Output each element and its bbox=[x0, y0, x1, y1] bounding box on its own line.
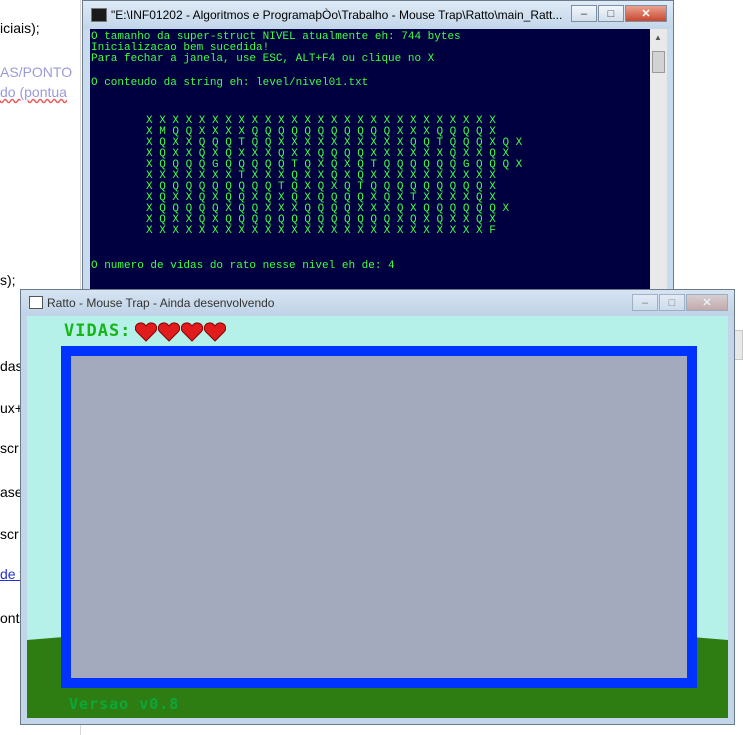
game-board bbox=[61, 346, 697, 688]
game-title-bar[interactable]: Ratto - Mouse Trap - Ainda desenvolvendo… bbox=[21, 290, 734, 316]
editor-fragment: iciais); bbox=[0, 20, 40, 36]
level-grid-row: X X X X X X X X X X X X X X X X X X X X … bbox=[146, 225, 496, 237]
editor-fragment: scr bbox=[0, 526, 19, 542]
console-window: "E:\INF01202 - Algoritmos e ProgramaþÒo\… bbox=[82, 0, 674, 296]
console-output: O tamanho da super-struct NIVEL atualmen… bbox=[90, 29, 650, 291]
game-window: Ratto - Mouse Trap - Ainda desenvolvendo… bbox=[20, 289, 735, 725]
editor-fragment: s); bbox=[0, 272, 16, 288]
close-button[interactable]: ✕ bbox=[686, 294, 728, 311]
close-button[interactable]: ✕ bbox=[625, 5, 667, 22]
game-canvas[interactable]: VIDAS: Versao v0.8 bbox=[27, 316, 728, 718]
editor-fragment: do (pontua bbox=[0, 84, 67, 100]
console-scrollbar[interactable]: ▲ bbox=[650, 29, 667, 291]
maximize-button[interactable]: □ bbox=[659, 294, 685, 311]
console-title: "E:\INF01202 - Algoritmos e ProgramaþÒo\… bbox=[111, 8, 563, 22]
heart-icon bbox=[181, 322, 203, 342]
console-line: O conteudo da string eh: level/nivel01.t… bbox=[91, 77, 369, 89]
console-window-controls: – □ ✕ bbox=[570, 5, 667, 23]
editor-fragment: scr bbox=[0, 440, 19, 456]
minimize-button[interactable]: – bbox=[632, 294, 658, 311]
console-line: O numero de vidas do rato nesse nivel eh… bbox=[91, 260, 395, 272]
heart-icon bbox=[204, 322, 226, 342]
game-title: Ratto - Mouse Trap - Ainda desenvolvendo bbox=[47, 296, 275, 310]
lives-hearts bbox=[135, 322, 227, 342]
version-label: Versao v0.8 bbox=[69, 695, 180, 713]
game-window-controls: – □ ✕ bbox=[631, 294, 728, 312]
lives-label: VIDAS: bbox=[64, 321, 132, 341]
heart-icon bbox=[135, 322, 157, 342]
game-app-icon bbox=[29, 296, 43, 309]
scrollbar-thumb[interactable] bbox=[652, 51, 665, 73]
game-board-area bbox=[71, 356, 687, 678]
scroll-up-icon[interactable]: ▲ bbox=[654, 33, 662, 42]
heart-icon bbox=[158, 322, 180, 342]
console-app-icon bbox=[91, 8, 107, 22]
minimize-button[interactable]: – bbox=[571, 5, 597, 22]
console-title-bar[interactable]: "E:\INF01202 - Algoritmos e ProgramaþÒo\… bbox=[83, 1, 673, 29]
maximize-button[interactable]: □ bbox=[598, 5, 624, 22]
console-line: Para fechar a janela, use ESC, ALT+F4 ou… bbox=[91, 53, 435, 65]
editor-fragment: AS/PONTO bbox=[0, 64, 73, 80]
editor-fragment: ont bbox=[0, 610, 20, 626]
